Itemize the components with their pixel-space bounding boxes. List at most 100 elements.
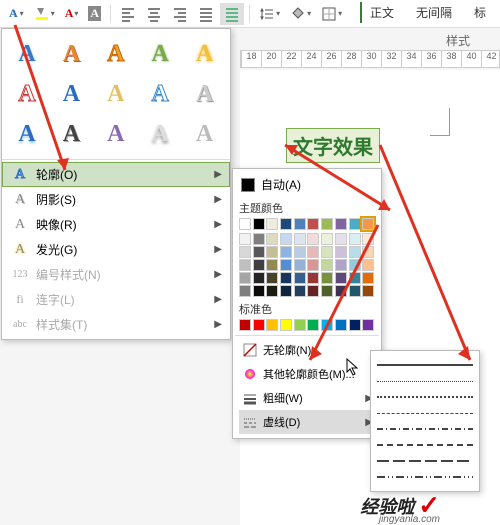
- color-swatch[interactable]: [266, 319, 278, 331]
- color-swatch[interactable]: [294, 319, 306, 331]
- color-swatch[interactable]: [280, 285, 292, 297]
- font-color-button[interactable]: A▾: [61, 3, 83, 24]
- more-outline-colors[interactable]: 其他轮廓颜色(M)...: [239, 362, 375, 386]
- color-swatch[interactable]: [307, 259, 319, 271]
- color-auto[interactable]: 自动(A): [239, 173, 375, 196]
- color-swatch[interactable]: [280, 233, 292, 245]
- color-swatch[interactable]: [294, 259, 306, 271]
- effect-preset[interactable]: A: [8, 77, 46, 111]
- effect-preset[interactable]: A: [186, 117, 224, 151]
- color-swatch[interactable]: [349, 233, 361, 245]
- color-swatch[interactable]: [362, 285, 374, 297]
- color-swatch[interactable]: [239, 233, 251, 245]
- color-swatch[interactable]: [335, 259, 347, 271]
- distributed-button[interactable]: [220, 3, 244, 25]
- line-spacing-button[interactable]: ▾: [255, 3, 284, 25]
- color-swatch[interactable]: [321, 259, 333, 271]
- effect-preset[interactable]: A: [97, 77, 135, 111]
- color-swatch[interactable]: [280, 272, 292, 284]
- color-swatch[interactable]: [253, 246, 265, 258]
- menu-glow[interactable]: A 发光(G) ▶: [2, 237, 230, 262]
- color-swatch[interactable]: [335, 319, 347, 331]
- menu-shadow[interactable]: A 阴影(S) ▶: [2, 187, 230, 212]
- color-swatch[interactable]: [266, 218, 278, 230]
- style-heading[interactable]: 标: [466, 2, 494, 23]
- outline-dashes[interactable]: 虚线(D) ▶: [239, 410, 375, 434]
- color-swatch[interactable]: [362, 272, 374, 284]
- color-swatch[interactable]: [280, 259, 292, 271]
- color-swatch[interactable]: [335, 285, 347, 297]
- effect-preset[interactable]: A: [97, 117, 135, 151]
- color-swatch[interactable]: [266, 272, 278, 284]
- dash-style-dotted-fine[interactable]: [377, 373, 473, 389]
- no-outline[interactable]: 无轮廓(N): [239, 338, 375, 362]
- color-swatch[interactable]: [349, 272, 361, 284]
- outline-weight[interactable]: 粗细(W) ▶: [239, 386, 375, 410]
- text-effects-dropdown-button[interactable]: A ▾: [5, 3, 28, 24]
- style-no-spacing[interactable]: 无间隔: [408, 2, 460, 23]
- dash-style-dash-dot[interactable]: [377, 421, 473, 437]
- color-swatch[interactable]: [321, 233, 333, 245]
- dash-style-solid[interactable]: [377, 357, 473, 373]
- color-swatch[interactable]: [294, 218, 306, 230]
- color-swatch[interactable]: [307, 285, 319, 297]
- shading-button[interactable]: ▾: [286, 3, 315, 25]
- color-swatch[interactable]: [349, 259, 361, 271]
- color-swatch[interactable]: [335, 218, 347, 230]
- color-swatch[interactable]: [253, 285, 265, 297]
- effect-preset[interactable]: A: [186, 77, 224, 111]
- effect-preset[interactable]: A: [8, 117, 46, 151]
- highlight-color-button[interactable]: ▾: [30, 3, 59, 25]
- effect-preset[interactable]: A: [52, 117, 90, 151]
- effect-preset[interactable]: A: [141, 117, 179, 151]
- align-left-button[interactable]: [116, 3, 140, 25]
- dash-style-dashed-long[interactable]: [377, 453, 473, 469]
- color-swatch[interactable]: [321, 272, 333, 284]
- color-swatch[interactable]: [307, 233, 319, 245]
- color-swatch[interactable]: [294, 233, 306, 245]
- effect-preset[interactable]: A: [52, 37, 90, 71]
- color-swatch[interactable]: [266, 285, 278, 297]
- color-swatch[interactable]: [239, 272, 251, 284]
- color-swatch[interactable]: [239, 246, 251, 258]
- dash-style-dashed-short[interactable]: [377, 405, 473, 421]
- color-swatch[interactable]: [266, 246, 278, 258]
- color-swatch[interactable]: [349, 285, 361, 297]
- dash-style-dotted[interactable]: [377, 389, 473, 405]
- align-right-button[interactable]: [168, 3, 192, 25]
- color-swatch[interactable]: [307, 218, 319, 230]
- effect-preset[interactable]: A: [186, 37, 224, 71]
- color-swatch[interactable]: [307, 246, 319, 258]
- color-swatch[interactable]: [321, 218, 333, 230]
- effect-preset[interactable]: A: [141, 37, 179, 71]
- color-swatch[interactable]: [253, 233, 265, 245]
- align-center-button[interactable]: [142, 3, 166, 25]
- effect-preset[interactable]: A: [8, 37, 46, 71]
- color-swatch[interactable]: [294, 272, 306, 284]
- style-normal[interactable]: 正文: [360, 2, 402, 23]
- color-swatch[interactable]: [294, 246, 306, 258]
- color-swatch[interactable]: [280, 319, 292, 331]
- borders-button[interactable]: ▾: [317, 3, 346, 25]
- color-swatch[interactable]: [280, 218, 292, 230]
- menu-reflection[interactable]: A 映像(R) ▶: [2, 212, 230, 237]
- effect-preset[interactable]: A: [52, 77, 90, 111]
- color-swatch[interactable]: [294, 285, 306, 297]
- effect-preset[interactable]: A: [97, 37, 135, 71]
- color-swatch[interactable]: [266, 233, 278, 245]
- color-swatch[interactable]: [253, 319, 265, 331]
- color-swatch[interactable]: [349, 246, 361, 258]
- color-swatch[interactable]: [280, 246, 292, 258]
- color-swatch[interactable]: [362, 319, 374, 331]
- menu-outline[interactable]: A 轮廓(O) ▶: [2, 162, 230, 187]
- color-swatch[interactable]: [362, 246, 374, 258]
- color-swatch[interactable]: [239, 319, 251, 331]
- color-swatch[interactable]: [253, 259, 265, 271]
- align-justify-button[interactable]: [194, 3, 218, 25]
- sample-text[interactable]: 文字效果: [286, 128, 380, 163]
- color-swatch[interactable]: [335, 233, 347, 245]
- color-swatch[interactable]: [307, 272, 319, 284]
- color-swatch[interactable]: [239, 259, 251, 271]
- dash-style-dash-dot-dot[interactable]: [377, 469, 473, 485]
- color-swatch[interactable]: [321, 319, 333, 331]
